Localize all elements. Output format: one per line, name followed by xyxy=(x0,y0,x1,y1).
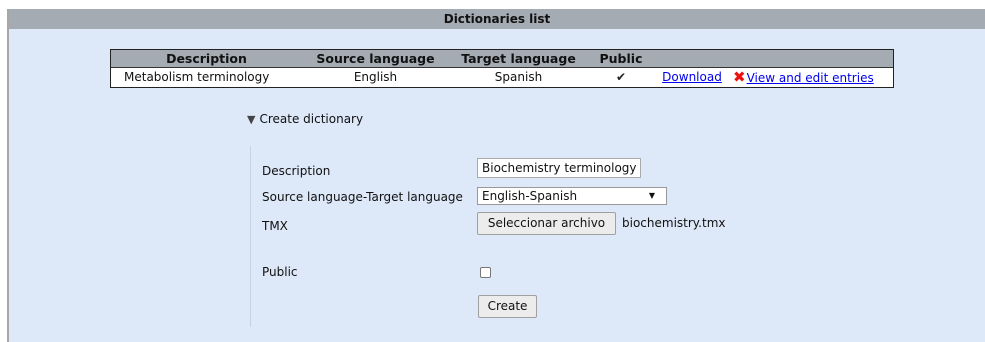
delete-icon[interactable]: ✖ xyxy=(733,68,746,86)
header-source-language: Source language xyxy=(316,51,435,66)
panel-title: Dictionaries list xyxy=(9,9,985,29)
download-cell: Download xyxy=(654,68,730,87)
dictionaries-table: Description Source language Target langu… xyxy=(110,49,894,88)
public-check-icon: ✔ xyxy=(615,70,627,84)
edit-cell: ✖View and edit entries xyxy=(733,68,893,88)
dictionaries-panel: Dictionaries list Description Source lan… xyxy=(7,9,985,342)
public-checkbox[interactable] xyxy=(480,267,491,278)
download-link[interactable]: Download xyxy=(662,70,722,84)
languages-label: Source language-Target language xyxy=(262,190,463,204)
selected-file-name: biochemistry.tmx xyxy=(622,216,726,230)
row-target-language: Spanish xyxy=(494,70,543,84)
view-edit-entries-link[interactable]: View and edit entries xyxy=(747,71,874,85)
select-file-button[interactable]: Seleccionar archivo xyxy=(477,212,616,235)
header-description: Description xyxy=(166,51,247,66)
create-dictionary-toggle[interactable]: ▼ Create dictionary xyxy=(247,112,363,126)
public-label: Public xyxy=(262,265,298,279)
create-button[interactable]: Create xyxy=(478,295,537,318)
languages-select-value: English-Spanish xyxy=(482,189,578,203)
table-header: Description Source language Target langu… xyxy=(111,50,893,68)
row-description: Metabolism terminology xyxy=(124,70,270,84)
triangle-down-icon: ▼ xyxy=(247,113,256,126)
languages-select[interactable]: English-Spanish ▼ xyxy=(477,187,667,205)
table-row: Metabolism terminology English Spanish ✔… xyxy=(111,68,893,87)
create-dictionary-form: Description Source language-Target langu… xyxy=(250,146,851,327)
description-input[interactable] xyxy=(477,158,641,178)
row-source-language: English xyxy=(353,70,398,84)
dropdown-arrow-icon: ▼ xyxy=(648,191,655,200)
description-label: Description xyxy=(262,164,331,178)
create-dictionary-label: Create dictionary xyxy=(259,112,364,126)
header-target-language: Target language xyxy=(461,51,576,66)
tmx-label: TMX xyxy=(262,219,288,233)
header-public: Public xyxy=(599,51,643,66)
